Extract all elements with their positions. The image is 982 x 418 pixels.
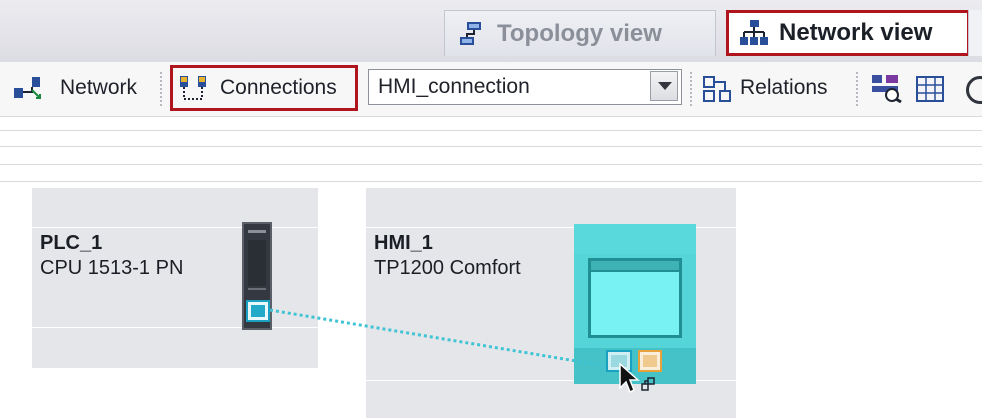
tab-strip-edge	[968, 10, 982, 56]
connection-type-value: HMI_connection	[378, 75, 530, 98]
canvas-grid-line	[0, 146, 982, 147]
network-mode-icon	[14, 77, 41, 99]
device-divider	[32, 227, 318, 228]
plc-device-name: PLC_1	[40, 232, 103, 254]
connections-mode-label: Connections	[220, 76, 337, 99]
tab-network-label: Network view	[779, 19, 933, 46]
zoom-icon[interactable]	[962, 74, 982, 106]
tab-network-view[interactable]: Network view	[726, 10, 970, 56]
topology-view-icon	[460, 21, 481, 45]
canvas-grid-line	[0, 130, 982, 131]
toolbar-separator	[690, 72, 692, 106]
toolbar-separator	[856, 72, 858, 106]
hmi-connection-line[interactable]	[268, 306, 628, 376]
grid-view-icon[interactable]	[916, 76, 944, 102]
network-view-icon	[740, 20, 768, 45]
plc-device-type: CPU 1513-1 PN	[40, 257, 184, 279]
chevron-down-icon[interactable]	[650, 71, 678, 101]
show-address-overview-icon[interactable]	[870, 73, 904, 103]
tab-topology-view[interactable]: Topology view	[444, 10, 716, 56]
tab-topology-label: Topology view	[497, 19, 662, 47]
hmi-device-name: HMI_1	[374, 232, 433, 254]
relations-label: Relations	[740, 76, 828, 99]
relations-icon	[703, 76, 731, 102]
plc-profinet-port[interactable]	[246, 300, 270, 322]
hmi-device-type: TP1200 Comfort	[374, 257, 521, 279]
toolbar-separator	[160, 72, 162, 106]
canvas-grid-line	[0, 164, 982, 165]
connections-mode-icon	[180, 76, 206, 100]
network-mode-label: Network	[60, 76, 138, 99]
canvas-grid-line	[0, 181, 982, 182]
connect-cursor-icon	[619, 362, 655, 394]
